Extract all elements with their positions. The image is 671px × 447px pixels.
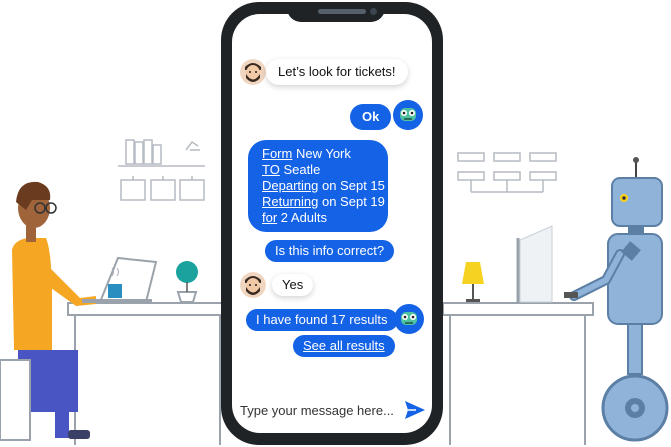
left-shelf <box>118 139 205 201</box>
message-bot-results: I have found 17 results <box>246 309 398 331</box>
user-avatar-icon <box>240 272 266 298</box>
message-user-tickets: Let’s look for tickets! <box>266 59 408 85</box>
message-bot-trip-details: Form New York TO Seatle Departing on Sep… <box>248 140 388 232</box>
trip-line-departing: Departing on Sept 15 <box>262 178 385 193</box>
message-bot-confirm: Is this info correct? <box>265 240 395 262</box>
trip-line-passengers: for 2 Adults <box>262 210 328 225</box>
message-bot-ok: Ok <box>350 104 392 130</box>
bot-avatar-icon <box>393 100 423 130</box>
user-avatar-icon <box>240 59 266 85</box>
wall-diagram <box>457 152 557 193</box>
robot-illustration <box>564 157 669 442</box>
send-icon[interactable] <box>404 400 426 420</box>
message-composer <box>232 392 432 428</box>
bot-avatar-icon <box>394 304 424 334</box>
phone-speaker <box>318 9 366 14</box>
see-all-results-link[interactable]: See all results <box>293 335 395 357</box>
left-desk <box>67 302 229 445</box>
trip-line-from: Form New York <box>262 146 351 161</box>
right-desk <box>442 302 594 445</box>
message-user-yes: Yes <box>272 274 314 296</box>
trip-line-to: TO Seatle <box>262 162 321 177</box>
left-desk-items <box>82 256 198 303</box>
trip-line-returning: Returning on Sept 19 <box>262 194 385 209</box>
message-input[interactable] <box>238 398 402 422</box>
phone-camera <box>370 8 377 15</box>
right-desk-items <box>462 225 553 303</box>
